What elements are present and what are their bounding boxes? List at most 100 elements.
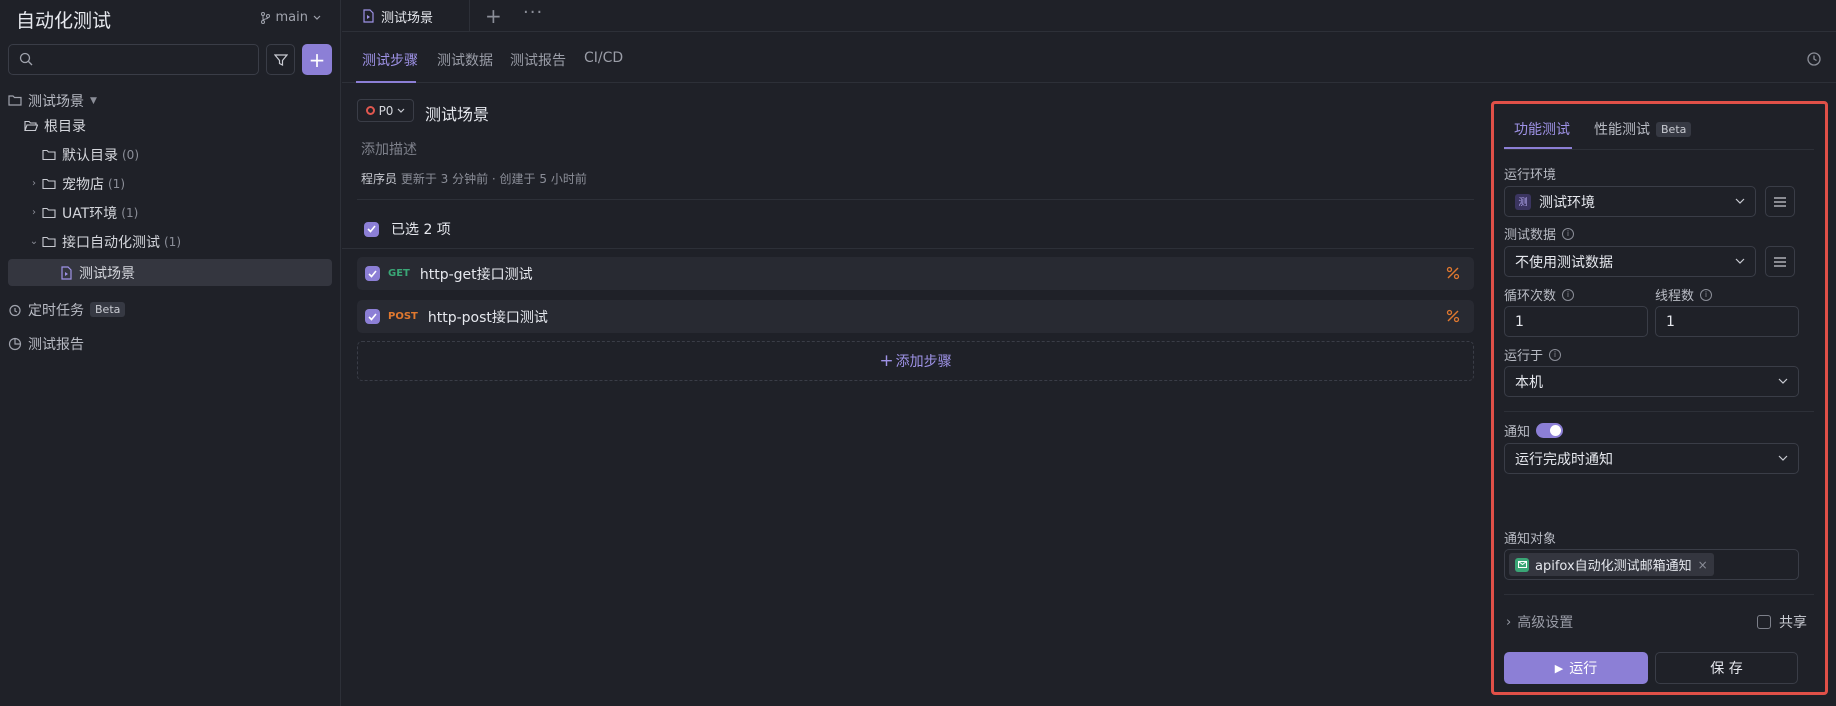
folder-icon (42, 236, 56, 248)
scene-subtabs: 测试步骤 测试数据 测试报告 CI/CD (342, 38, 1836, 83)
caret-down-icon: ▼ (90, 95, 97, 106)
label-text: 运行于 (1504, 349, 1544, 364)
tree-item-count: (1) (108, 176, 125, 191)
loop-count-input[interactable]: 1 (1504, 306, 1648, 337)
thread-count-input[interactable]: 1 (1655, 306, 1799, 337)
tree-item-uat[interactable]: › UAT环境 (1) (8, 199, 332, 226)
scene-title[interactable]: 测试场景 (425, 101, 489, 125)
folder-open-icon (24, 120, 38, 132)
divider (342, 248, 1474, 249)
tree-section-label: 测试场景 (28, 93, 84, 110)
notify-timing-select[interactable]: 运行完成时通知 (1504, 443, 1799, 474)
branch-selector[interactable]: main (260, 10, 321, 25)
menu-icon (1774, 256, 1786, 267)
add-button[interactable]: + (302, 44, 332, 75)
new-tab-button[interactable]: + (485, 4, 502, 28)
search-input[interactable] (8, 44, 259, 75)
step-row-get[interactable]: GET http-get接口测试 (357, 257, 1474, 290)
beta-badge: Beta (90, 302, 126, 317)
priority-value: P0 (378, 103, 394, 118)
tree-item-root[interactable]: 根目录 (8, 112, 332, 139)
nav-label: 定时任务 (28, 302, 84, 319)
test-data-value: 不使用测试数据 (1515, 254, 1613, 271)
info-icon: i (1549, 348, 1562, 361)
tab-test-report[interactable]: 测试报告 (510, 50, 566, 70)
label-text: 通知 (1504, 425, 1531, 440)
run-on-value: 本机 (1515, 374, 1543, 391)
checkbox-checked-icon[interactable] (364, 221, 379, 237)
tree-item-scene[interactable]: 测试场景 (8, 259, 332, 286)
notify-row: 通知 (1504, 421, 1564, 440)
app-title: 自动化测试 (16, 10, 112, 32)
tree-item-label: 接口自动化测试 (62, 234, 160, 251)
nav-scheduled-tasks[interactable]: 定时任务 Beta (8, 296, 332, 323)
filter-icon (273, 53, 288, 66)
tree-item-count: (0) (122, 147, 139, 162)
info-icon: i (1700, 288, 1713, 301)
run-on-select[interactable]: 本机 (1504, 366, 1799, 397)
save-button[interactable]: 保 存 (1655, 652, 1798, 684)
run-button[interactable]: ▶ 运行 (1504, 652, 1648, 684)
tab-cicd[interactable]: CI/CD (584, 50, 623, 66)
http-method-badge: GET (388, 268, 410, 279)
step-row-post[interactable]: POST http-post接口测试 (357, 300, 1474, 333)
chevron-right-icon[interactable]: › (28, 207, 40, 218)
tree-item-petstore[interactable]: › 宠物店 (1) (8, 170, 332, 197)
checkbox-checked-icon[interactable] (365, 266, 380, 281)
add-description[interactable]: 添加描述 (361, 139, 417, 159)
active-tab-indicator (356, 81, 416, 83)
notify-target-input[interactable]: apifox自动化测试邮箱通知 × (1504, 549, 1799, 580)
history-icon[interactable] (1806, 51, 1822, 67)
thread-count-label: 线程数 i (1655, 285, 1713, 304)
branch-name: main (275, 10, 308, 25)
tree-item-default[interactable]: 默认目录 (0) (8, 141, 332, 168)
share-label: 共享 (1779, 615, 1807, 631)
search-icon (19, 52, 33, 66)
branch-icon (260, 11, 270, 24)
add-step-label: 添加步骤 (895, 354, 952, 370)
checkbox-checked-icon[interactable] (365, 309, 380, 324)
tree-item-label: 根目录 (44, 118, 86, 135)
environment-select[interactable]: 测 测试环境 (1504, 186, 1756, 217)
tab-test-data[interactable]: 测试数据 (437, 50, 493, 70)
more-tabs-button[interactable]: ··· (523, 2, 543, 23)
test-data-manage-button[interactable] (1765, 246, 1795, 277)
checkbox-icon[interactable] (1757, 615, 1771, 629)
priority-select[interactable]: P0 (357, 99, 414, 122)
tab-test-steps[interactable]: 测试步骤 (362, 50, 418, 70)
select-all-row[interactable]: 已选 2 项 (364, 219, 451, 239)
folder-icon (42, 149, 56, 161)
tree-item-label: 测试场景 (79, 265, 135, 282)
chevron-down-icon[interactable]: ⌄ (28, 236, 40, 247)
doc-tab-scene[interactable]: 测试场景 (350, 0, 470, 32)
step-name: http-post接口测试 (427, 309, 548, 326)
notify-target-tag: apifox自动化测试邮箱通知 × (1509, 553, 1714, 576)
tab-performance-test[interactable]: 性能测试 Beta (1594, 119, 1692, 139)
notify-toggle[interactable] (1536, 423, 1564, 438)
add-step-button[interactable]: + 添加步骤 (357, 341, 1474, 381)
test-data-select[interactable]: 不使用测试数据 (1504, 246, 1756, 277)
share-checkbox[interactable]: 共享 (1757, 612, 1807, 632)
filter-button[interactable] (266, 44, 295, 75)
tab-functional-test[interactable]: 功能测试 (1514, 119, 1570, 139)
loop-count-label: 循环次数 i (1504, 285, 1575, 304)
env-manage-button[interactable] (1765, 186, 1795, 217)
mail-icon (1515, 557, 1529, 572)
tree-section-scenes[interactable]: 测试场景 ▼ (8, 87, 332, 114)
tree-item-api-auto[interactable]: ⌄ 接口自动化测试 (1) (8, 228, 332, 255)
step-settings-icon[interactable] (1446, 309, 1460, 323)
tag-label: apifox自动化测试邮箱通知 (1535, 559, 1692, 574)
info-icon: i (1562, 227, 1575, 240)
env-value: 测试环境 (1539, 194, 1595, 211)
step-settings-icon[interactable] (1446, 266, 1460, 280)
sidebar: 自动化测试 main + 测试场景 ▼ 根目录 默认目录 (0) › 宠物店 (… (0, 0, 341, 706)
advanced-settings-toggle[interactable]: › 高级设置 (1506, 612, 1573, 632)
play-icon: ▶ (1554, 661, 1564, 675)
divider (357, 199, 1474, 200)
author-name: 程序员 (361, 172, 398, 186)
divider (1504, 594, 1814, 595)
nav-test-reports[interactable]: 测试报告 (8, 330, 332, 357)
advanced-label: 高级设置 (1517, 615, 1574, 631)
close-icon[interactable]: × (1698, 558, 1708, 572)
chevron-right-icon[interactable]: › (28, 178, 40, 189)
